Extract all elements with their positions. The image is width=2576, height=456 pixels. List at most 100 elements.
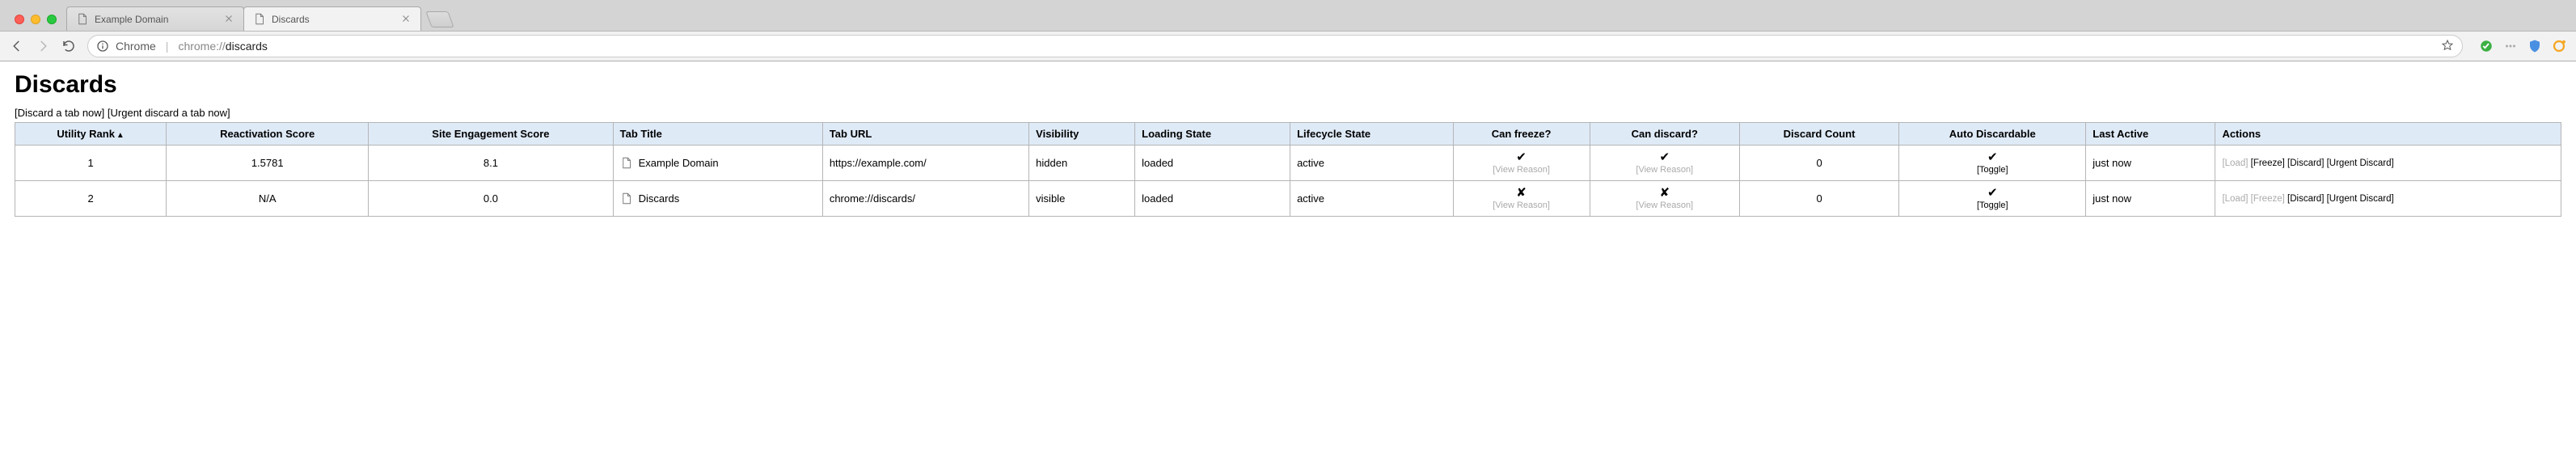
cell-visibility: visible: [1029, 181, 1135, 217]
col-lifecycle-state[interactable]: Lifecycle State: [1290, 123, 1453, 146]
cell-site-engagement: 8.1: [369, 146, 613, 181]
col-site-engagement[interactable]: Site Engagement Score: [369, 123, 613, 146]
table-row: 2N/A0.0Discardschrome://discards/visible…: [15, 181, 2561, 217]
url-text: chrome://discards: [178, 40, 268, 53]
bookmark-star-icon[interactable]: [2441, 39, 2454, 54]
col-visibility[interactable]: Visibility: [1029, 123, 1135, 146]
browser-tab[interactable]: Example Domain: [66, 6, 244, 31]
col-reactivation-score[interactable]: Reactivation Score: [167, 123, 369, 146]
document-icon: [620, 192, 632, 205]
cell-loading-state: loaded: [1135, 146, 1290, 181]
col-utility-rank[interactable]: Utility Rank▲: [15, 123, 167, 146]
cell-can-freeze: ✘[View Reason]: [1453, 181, 1590, 217]
document-icon: [620, 157, 632, 169]
cell-tab-title: Example Domain: [613, 146, 822, 181]
address-bar[interactable]: Chrome | chrome://discards: [87, 35, 2463, 57]
col-auto-discardable[interactable]: Auto Discardable: [1899, 123, 2086, 146]
cell-loading-state: loaded: [1135, 181, 1290, 217]
browser-tab[interactable]: Discards: [243, 6, 421, 31]
cell-can-discard: ✔[View Reason]: [1590, 146, 1739, 181]
check-icon: ✔: [1659, 150, 1670, 165]
discards-table: Utility Rank▲ Reactivation Score Site En…: [15, 122, 2561, 217]
reload-button[interactable]: [61, 39, 76, 53]
cell-can-freeze: ✔[View Reason]: [1453, 146, 1590, 181]
urgent-discard-action-link[interactable]: [Urgent Discard]: [2327, 194, 2394, 204]
extension-icon-dots[interactable]: [2503, 39, 2518, 53]
col-loading-state[interactable]: Loading State: [1135, 123, 1290, 146]
check-icon: ✔: [1987, 150, 1998, 165]
cell-reactivation-score: N/A: [167, 181, 369, 217]
col-can-discard[interactable]: Can discard?: [1590, 123, 1739, 146]
minimize-window-icon[interactable]: [31, 15, 40, 24]
table-row: 11.57818.1Example Domainhttps://example.…: [15, 146, 2561, 181]
load-action-link: [Load]: [2222, 194, 2248, 204]
back-button[interactable]: [10, 39, 24, 53]
cell-tab-title: Discards: [613, 181, 822, 217]
col-tab-title[interactable]: Tab Title: [613, 123, 822, 146]
col-tab-url[interactable]: Tab URL: [822, 123, 1028, 146]
extension-icon-circle[interactable]: [2552, 39, 2566, 53]
urgent-discard-action-link[interactable]: [Urgent Discard]: [2327, 158, 2394, 168]
top-actions: [Discard a tab now] [Urgent discard a ta…: [15, 107, 2561, 119]
col-last-active[interactable]: Last Active: [2086, 123, 2215, 146]
check-icon: ✘: [1659, 186, 1670, 201]
extension-icon-green-check[interactable]: [2479, 39, 2494, 53]
extension-icons: [2474, 39, 2566, 53]
close-tab-icon[interactable]: [224, 14, 235, 25]
close-tab-icon[interactable]: [401, 14, 412, 25]
check-icon: ✘: [1516, 186, 1527, 201]
cell-utility-rank: 1: [15, 146, 167, 181]
freeze-action-link: [Freeze]: [2251, 194, 2285, 204]
maximize-window-icon[interactable]: [47, 15, 57, 24]
toggle-link[interactable]: [Toggle]: [1977, 201, 2008, 211]
cell-visibility: hidden: [1029, 146, 1135, 181]
table-header-row: Utility Rank▲ Reactivation Score Site En…: [15, 123, 2561, 146]
col-discard-count[interactable]: Discard Count: [1739, 123, 1898, 146]
cell-lifecycle-state: active: [1290, 181, 1453, 217]
page-content: Discards [Discard a tab now] [Urgent dis…: [0, 61, 2576, 226]
view-reason-link[interactable]: [View Reason]: [1493, 201, 1550, 211]
cell-actions: [Load] [Freeze] [Discard] [Urgent Discar…: [2215, 146, 2561, 181]
discard-tab-now-link[interactable]: [Discard a tab now]: [15, 107, 104, 119]
discard-action-link[interactable]: [Discard]: [2287, 194, 2324, 204]
site-info-icon[interactable]: [96, 40, 109, 53]
cell-last-active: just now: [2086, 181, 2215, 217]
document-icon: [252, 13, 265, 26]
check-icon: ✔: [1516, 150, 1527, 165]
cell-discard-count: 0: [1739, 146, 1898, 181]
page-title: Discards: [15, 71, 2561, 99]
forward-button[interactable]: [36, 39, 50, 53]
urgent-discard-tab-now-link[interactable]: [Urgent discard a tab now]: [108, 107, 230, 119]
url-separator: |: [166, 40, 169, 53]
cell-auto-discardable: ✔[Toggle]: [1899, 146, 2086, 181]
new-tab-button[interactable]: [425, 11, 454, 27]
cell-tab-url: chrome://discards/: [822, 181, 1028, 217]
browser-chrome: Example Domain Discards Chrome | chrome:/…: [0, 0, 2576, 61]
discard-action-link[interactable]: [Discard]: [2287, 158, 2324, 168]
view-reason-link[interactable]: [View Reason]: [1493, 165, 1550, 175]
cell-lifecycle-state: active: [1290, 146, 1453, 181]
toggle-link[interactable]: [Toggle]: [1977, 165, 2008, 175]
freeze-action-link[interactable]: [Freeze]: [2251, 158, 2285, 168]
cell-reactivation-score: 1.5781: [167, 146, 369, 181]
browser-tab-title: Discards: [272, 14, 396, 25]
view-reason-link[interactable]: [View Reason]: [1636, 165, 1693, 175]
cell-site-engagement: 0.0: [369, 181, 613, 217]
cell-can-discard: ✘[View Reason]: [1590, 181, 1739, 217]
browser-tab-title: Example Domain: [95, 14, 219, 25]
extension-icon-shield[interactable]: [2527, 39, 2542, 53]
cell-discard-count: 0: [1739, 181, 1898, 217]
view-reason-link[interactable]: [View Reason]: [1636, 201, 1693, 211]
close-window-icon[interactable]: [15, 15, 24, 24]
url-prefix: Chrome: [116, 40, 156, 53]
toolbar: Chrome | chrome://discards: [0, 31, 2576, 61]
load-action-link: [Load]: [2222, 158, 2248, 168]
cell-utility-rank: 2: [15, 181, 167, 217]
col-can-freeze[interactable]: Can freeze?: [1453, 123, 1590, 146]
cell-actions: [Load] [Freeze] [Discard] [Urgent Discar…: [2215, 181, 2561, 217]
cell-last-active: just now: [2086, 146, 2215, 181]
check-icon: ✔: [1987, 186, 1998, 201]
sort-asc-icon: ▲: [116, 131, 125, 140]
col-actions[interactable]: Actions: [2215, 123, 2561, 146]
document-icon: [75, 13, 88, 26]
